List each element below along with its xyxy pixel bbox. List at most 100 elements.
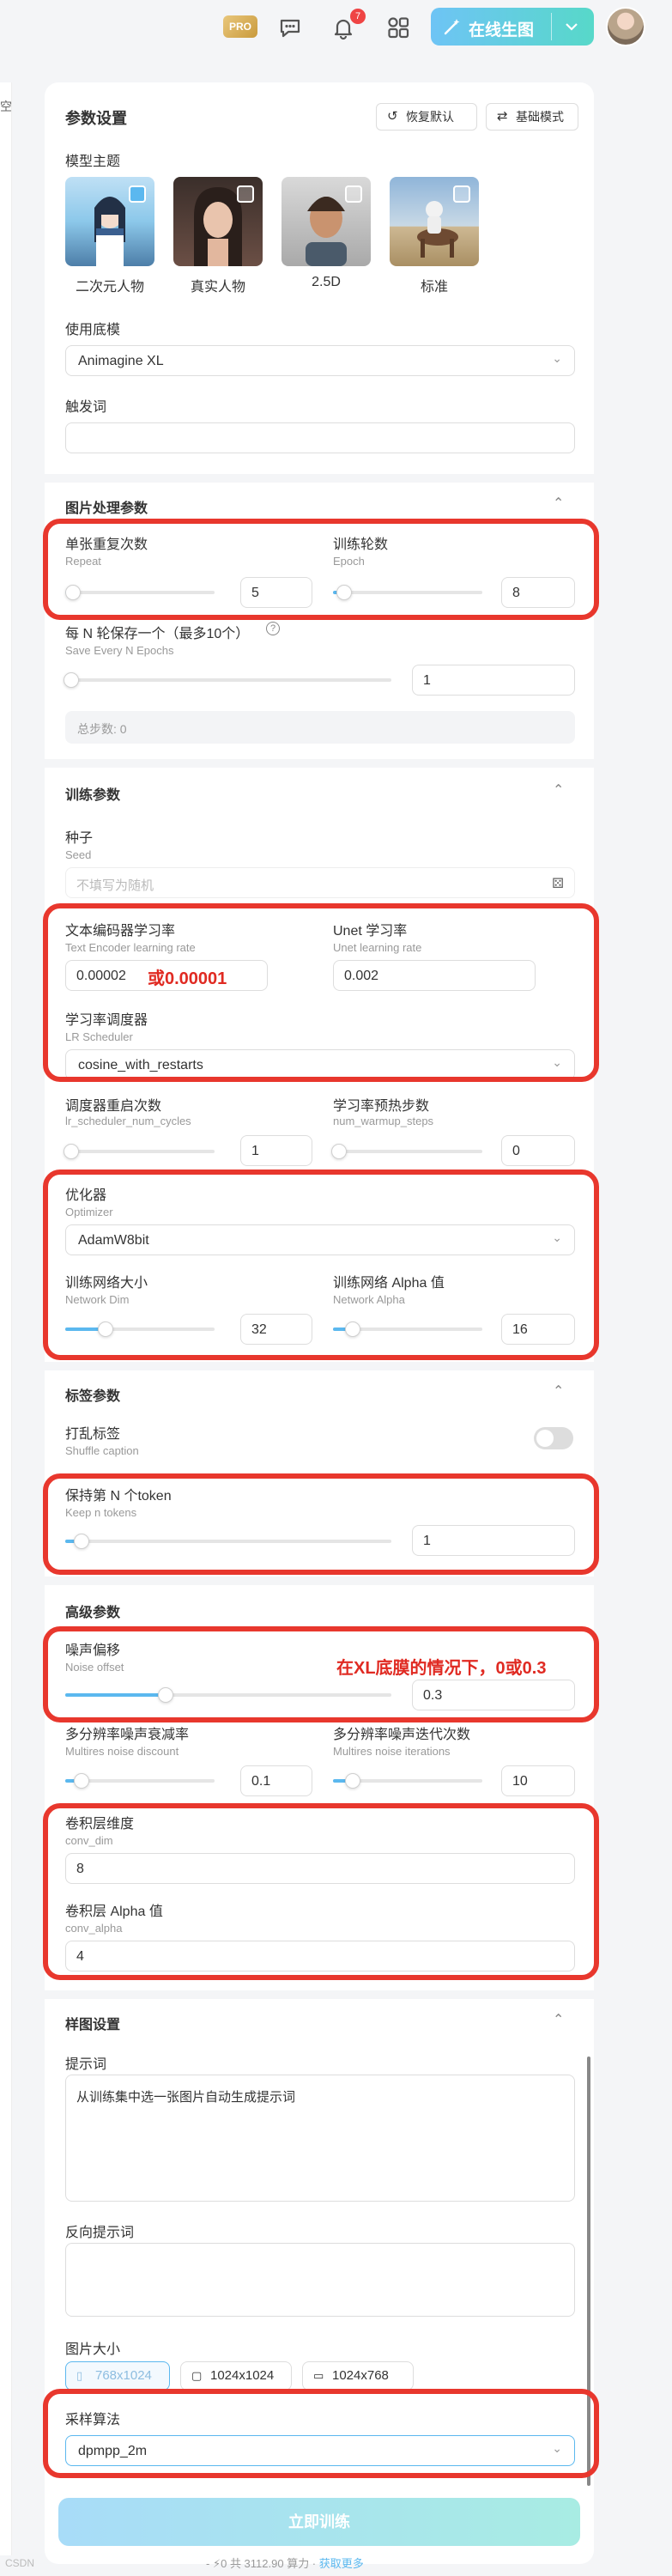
message-icon[interactable] bbox=[276, 14, 304, 41]
advanced-section-title: 高级参数 bbox=[65, 1606, 121, 1620]
landscape-icon: ▭ bbox=[313, 2369, 324, 2382]
basic-mode-label: 基础模式 bbox=[516, 110, 564, 124]
save-every-value: 1 bbox=[423, 673, 431, 688]
chevron-up-icon[interactable]: ⌃ bbox=[553, 2011, 564, 2028]
multires-discount-input[interactable]: 0.1 bbox=[240, 1765, 312, 1796]
size-option-768x1024[interactable]: ▯ 768x1024 bbox=[65, 2361, 170, 2391]
basic-mode-button[interactable]: ⇄ 基础模式 bbox=[486, 103, 578, 131]
theme-2.5d-thumb[interactable] bbox=[282, 177, 371, 266]
warmup-label: 学习率预热步数 bbox=[333, 1099, 430, 1114]
warmup-value: 0 bbox=[512, 1144, 520, 1158]
prompt-label: 提示词 bbox=[65, 2057, 107, 2072]
seed-label: 种子 bbox=[65, 831, 94, 846]
save-every-slider[interactable] bbox=[65, 678, 391, 682]
annotation-box-optimizer-network bbox=[43, 1170, 599, 1360]
multires-discount-value: 0.1 bbox=[251, 1774, 271, 1789]
left-sidebar-edge bbox=[0, 82, 12, 2555]
annotation-box-noise-offset bbox=[43, 1626, 599, 1722]
theme-checkbox-realistic[interactable] bbox=[237, 185, 254, 203]
button-divider bbox=[551, 13, 552, 40]
trigger-word-label: 触发词 bbox=[65, 400, 107, 415]
train-now-button[interactable]: 立即训练 bbox=[58, 2498, 580, 2546]
base-model-value: Animagine XL bbox=[78, 354, 164, 368]
dice-icon[interactable]: ⚄ bbox=[552, 875, 564, 892]
size-option-label: 1024x1024 bbox=[210, 2368, 275, 2383]
chevron-up-icon[interactable]: ⌃ bbox=[553, 781, 564, 799]
restore-default-button[interactable]: ↺ 恢复默认 bbox=[376, 103, 477, 131]
negative-prompt-textarea[interactable] bbox=[65, 2243, 575, 2317]
image-size-label: 图片大小 bbox=[65, 2342, 121, 2357]
multires-iter-label: 多分辨率噪声迭代次数 bbox=[333, 1728, 471, 1742]
pro-badge[interactable]: PRO bbox=[223, 15, 257, 38]
notification-count: 7 bbox=[350, 9, 366, 24]
warmup-slider[interactable] bbox=[333, 1150, 482, 1153]
save-every-slider-thumb[interactable] bbox=[64, 672, 79, 688]
annotation-box-learning-rate bbox=[43, 903, 599, 1082]
chevron-down-icon[interactable] bbox=[565, 21, 578, 32]
online-generate-label: 在线生图 bbox=[469, 21, 535, 39]
trigger-word-input[interactable] bbox=[65, 422, 575, 453]
multires-iter-input[interactable]: 10 bbox=[501, 1765, 575, 1796]
shuffle-label: 打乱标签 bbox=[65, 1427, 121, 1442]
multires-iter-value: 10 bbox=[512, 1774, 528, 1789]
theme-label-2.5d: 2.5D bbox=[312, 275, 341, 289]
cost-text: 共 3112.90 算力 · bbox=[229, 2557, 317, 2570]
seed-sublabel: Seed bbox=[65, 848, 92, 861]
theme-label-standard: 标准 bbox=[420, 280, 448, 295]
restart-cycles-sublabel: lr_scheduler_num_cycles bbox=[65, 1115, 191, 1127]
save-every-label: 每 N 轮保存一个（最多10个） bbox=[65, 627, 250, 641]
portrait-icon: ▯ bbox=[76, 2369, 83, 2382]
prompt-value: 从训练集中选一张图片自动生成提示词 bbox=[76, 2090, 296, 2105]
annotation-box-repeat-epoch bbox=[43, 519, 599, 620]
image-section-title: 图片处理参数 bbox=[65, 501, 148, 516]
annotation-box-sampler bbox=[43, 2389, 599, 2478]
user-avatar[interactable] bbox=[606, 7, 645, 46]
multires-iter-sublabel: Multires noise iterations bbox=[333, 1745, 451, 1758]
base-model-select[interactable]: Animagine XL ⌄ bbox=[65, 345, 575, 376]
top-bar: PRO 7 在线生图 bbox=[0, 0, 672, 55]
warmup-input[interactable]: 0 bbox=[501, 1135, 575, 1166]
save-every-input[interactable]: 1 bbox=[412, 665, 575, 696]
help-icon[interactable]: ? bbox=[266, 622, 280, 635]
sample-section-title: 样图设置 bbox=[65, 2018, 121, 2032]
toggle-knob bbox=[536, 1430, 554, 1447]
tag-section-title: 标签参数 bbox=[65, 1389, 121, 1404]
chevron-up-icon[interactable]: ⌃ bbox=[553, 1382, 564, 1400]
total-steps-bar: 总步数: 0 bbox=[65, 711, 575, 744]
restart-cycles-slider[interactable] bbox=[65, 1150, 215, 1153]
panel-title: 参数设置 bbox=[65, 110, 127, 127]
magic-wand-icon bbox=[444, 19, 460, 35]
theme-checkbox-standard[interactable] bbox=[453, 185, 470, 203]
section-divider bbox=[45, 759, 594, 768]
multires-iter-slider-thumb[interactable] bbox=[345, 1773, 360, 1789]
theme-label-realistic: 真实人物 bbox=[190, 280, 245, 295]
cost-prefix: - ⚡0 bbox=[206, 2557, 227, 2570]
multires-discount-slider-thumb[interactable] bbox=[74, 1773, 89, 1789]
restart-cycles-value: 1 bbox=[251, 1144, 259, 1158]
apps-grid-icon[interactable] bbox=[384, 14, 412, 41]
theme-standard-thumb[interactable] bbox=[390, 177, 479, 266]
size-option-1024x1024[interactable]: ▢ 1024x1024 bbox=[180, 2361, 292, 2391]
restart-cycles-slider-thumb[interactable] bbox=[64, 1144, 79, 1159]
warmup-sublabel: num_warmup_steps bbox=[333, 1115, 434, 1127]
online-generate-button[interactable]: 在线生图 bbox=[431, 8, 594, 46]
theme-checkbox-anime[interactable] bbox=[129, 185, 146, 203]
watermark: CSDN bbox=[5, 2557, 35, 2569]
model-theme-label: 模型主题 bbox=[65, 155, 121, 169]
shuffle-toggle[interactable] bbox=[534, 1427, 573, 1449]
seed-input[interactable]: 不填写为随机 ⚄ bbox=[65, 867, 575, 898]
square-icon: ▢ bbox=[191, 2369, 203, 2382]
theme-checkbox-2.5d[interactable] bbox=[345, 185, 362, 203]
chevron-down-icon: ⌄ bbox=[552, 351, 562, 365]
shuffle-sublabel: Shuffle caption bbox=[65, 1444, 139, 1457]
prompt-textarea[interactable]: 从训练集中选一张图片自动生成提示词 bbox=[65, 2075, 575, 2202]
theme-anime-thumb[interactable] bbox=[65, 177, 154, 266]
theme-realistic-thumb[interactable] bbox=[173, 177, 263, 266]
warmup-slider-thumb[interactable] bbox=[331, 1144, 347, 1159]
restart-cycles-input[interactable]: 1 bbox=[240, 1135, 312, 1166]
get-more-link[interactable]: 获取更多 bbox=[319, 2557, 364, 2570]
chevron-up-icon[interactable]: ⌃ bbox=[553, 495, 564, 512]
multires-discount-label: 多分辨率噪声衰减率 bbox=[65, 1728, 190, 1742]
size-option-1024x768[interactable]: ▭ 1024x768 bbox=[302, 2361, 414, 2391]
section-divider bbox=[45, 1362, 594, 1370]
